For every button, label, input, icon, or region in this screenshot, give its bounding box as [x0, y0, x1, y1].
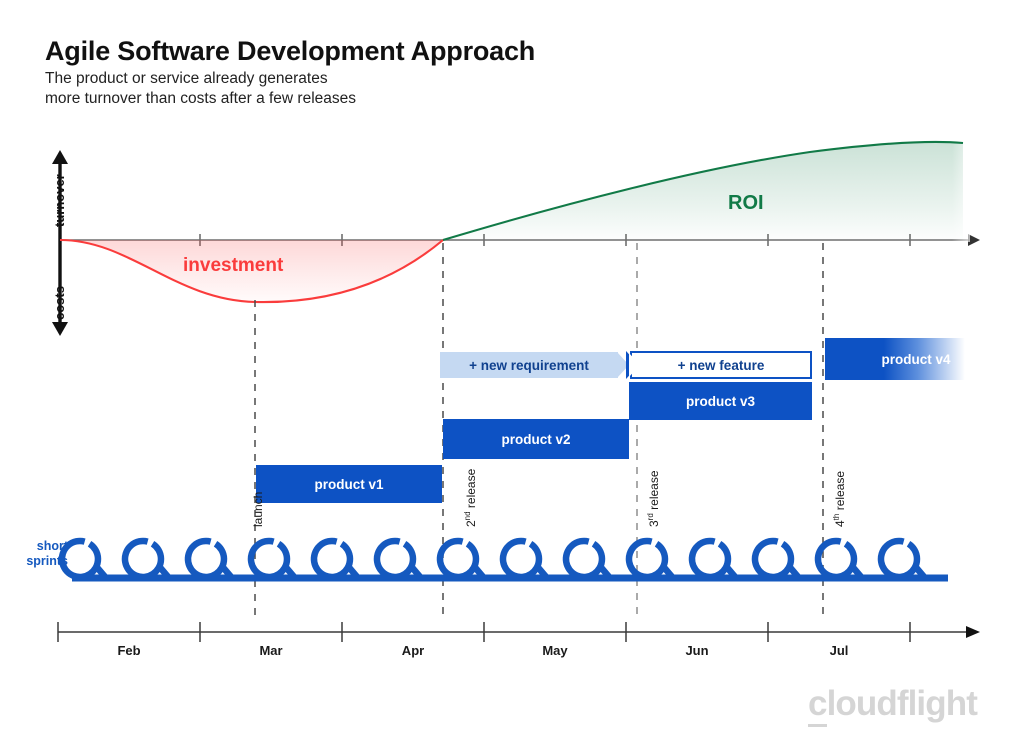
logo-lead-letter: c	[808, 684, 827, 727]
bar-product-v4[interactable]: product v4	[825, 338, 965, 380]
sprint-tail-icon	[533, 562, 550, 581]
sprint-loop-icon	[877, 537, 921, 581]
release-2-text: release	[464, 468, 478, 512]
page-title: Agile Software Development Approach	[45, 36, 536, 66]
milestone-launch-text: launch	[251, 491, 265, 527]
chevron-notch-icon	[629, 353, 640, 377]
sprint-loop-icon	[499, 537, 543, 581]
month-label-feb: Feb	[117, 643, 141, 658]
month-label-may: May	[542, 643, 568, 658]
bar-product-v4-label: product v4	[881, 351, 951, 367]
month-label-jun: Jun	[685, 643, 709, 658]
release-3-sup: rd	[646, 513, 655, 521]
sprint-tail-icon	[911, 562, 928, 581]
bar-new-feature[interactable]: + new feature	[630, 351, 812, 379]
bar-product-v2[interactable]: product v2	[443, 419, 629, 459]
page-subtitle: The product or service already generates…	[45, 70, 357, 107]
sprint-loop-icon	[310, 537, 354, 581]
release-4-ordinal: 4	[833, 520, 847, 527]
bar-product-v2-label: product v2	[501, 431, 571, 447]
cloudflight-logo: cloudflight	[808, 684, 978, 727]
release-2-ordinal: 2	[464, 520, 478, 527]
milestone-label-launch: launch	[251, 492, 265, 527]
roi-curve-group	[442, 130, 970, 242]
sprint-tail-icon	[470, 562, 487, 581]
milestone-label-release-2: 2nd release	[463, 469, 478, 527]
bar-new-requirement[interactable]: + new requirement	[440, 352, 618, 378]
sprint-loop-icon	[562, 537, 606, 581]
sprint-loop-icon	[436, 537, 480, 581]
month-label-apr: Apr	[401, 643, 425, 658]
release-4-sup: th	[832, 513, 841, 521]
bar-product-v1[interactable]: product v1	[256, 465, 442, 503]
sprint-tail-icon	[785, 562, 802, 581]
bar-new-requirement-label: + new requirement	[469, 357, 589, 373]
sprint-tail-icon	[344, 562, 361, 581]
sprint-loop-icon	[184, 537, 228, 581]
sprint-tail-icon	[155, 562, 172, 581]
month-label-jul: Jul	[829, 643, 849, 658]
bar-product-v3[interactable]: product v3	[629, 382, 812, 420]
sprint-tail-icon	[848, 562, 865, 581]
sprint-tail-icon	[722, 562, 739, 581]
bar-new-feature-label: + new feature	[677, 357, 765, 373]
release-4-text: release	[833, 470, 847, 514]
sprint-loop-icon	[373, 537, 417, 581]
sprint-loop-icon	[688, 537, 732, 581]
y-axis-label-turnover: turnover	[52, 174, 67, 227]
release-3-text: release	[647, 470, 661, 514]
x-axis-group	[57, 622, 980, 642]
sprint-tail-icon	[281, 562, 298, 581]
sprint-tail-icon	[407, 562, 424, 581]
infographic-canvas: Agile Software Development Approach The …	[0, 0, 1024, 756]
sprint-loop-icon	[751, 537, 795, 581]
sprint-loop-icon	[247, 537, 291, 581]
sprint-tail-icon	[92, 562, 109, 581]
zero-axis-group	[60, 234, 980, 246]
milestone-label-release-4: 4th release	[832, 471, 847, 527]
short-sprints-label: short sprints	[26, 539, 68, 568]
roi-label: ROI	[728, 192, 764, 214]
release-3-ordinal: 3	[647, 520, 661, 527]
sprint-loop-icon	[121, 537, 165, 581]
sprint-loop-icon	[814, 537, 858, 581]
month-label-mar: Mar	[259, 643, 283, 658]
y-axis-label-costs: costs	[52, 286, 67, 320]
logo-rest: loudflight	[826, 684, 978, 723]
sprint-tail-icon	[659, 562, 676, 581]
bar-product-v1-label: product v1	[314, 476, 384, 492]
sprint-tail-icon	[218, 562, 235, 581]
sprint-tail-icon	[596, 562, 613, 581]
bar-product-v3-label: product v3	[685, 393, 755, 409]
sprint-loop-icon	[625, 537, 669, 581]
release-2-sup: nd	[463, 511, 472, 521]
investment-label: investment	[183, 255, 284, 276]
milestone-label-release-3: 3rd release	[646, 470, 661, 527]
